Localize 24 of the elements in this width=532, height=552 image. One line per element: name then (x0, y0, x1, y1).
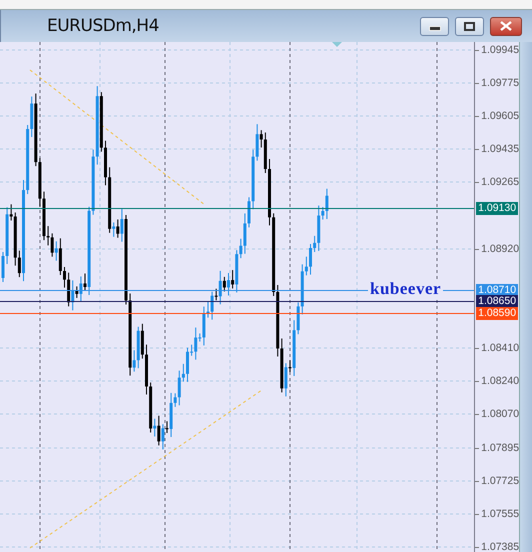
chart-annotation-text: kubeever (368, 279, 444, 299)
close-button[interactable] (490, 16, 522, 36)
price-tick-label: 1.09265 (475, 175, 520, 189)
price-tick-label: 1.08240 (475, 374, 520, 388)
price-tick-label: 1.07725 (475, 474, 520, 488)
price-tick-label: 1.07555 (475, 506, 520, 521)
price-tick-label: 1.08410 (475, 340, 520, 355)
close-icon (500, 21, 512, 31)
price-tick-label: 1.08070 (475, 406, 520, 421)
minimize-icon (428, 26, 440, 30)
price-label: 1.08590 (476, 307, 518, 320)
price-tick-label: 1.09435 (475, 142, 520, 156)
price-label: 1.08650 (476, 295, 518, 308)
price-tick-label: 1.09605 (475, 109, 520, 123)
window-title: EURUSDm,H4 (47, 16, 159, 36)
price-tick-label: 1.07895 (475, 440, 520, 455)
price-label: 1.09130 (476, 202, 518, 215)
price-tick-label: 1.07385 (475, 540, 520, 552)
restore-button[interactable] (455, 16, 484, 36)
price-tick-label: 1.08920 (475, 242, 520, 256)
price-tick-label: 1.09775 (475, 76, 520, 90)
restore-icon (464, 22, 475, 30)
minimize-button[interactable] (420, 16, 449, 36)
price-tick-label: 1.09945 (475, 43, 520, 57)
